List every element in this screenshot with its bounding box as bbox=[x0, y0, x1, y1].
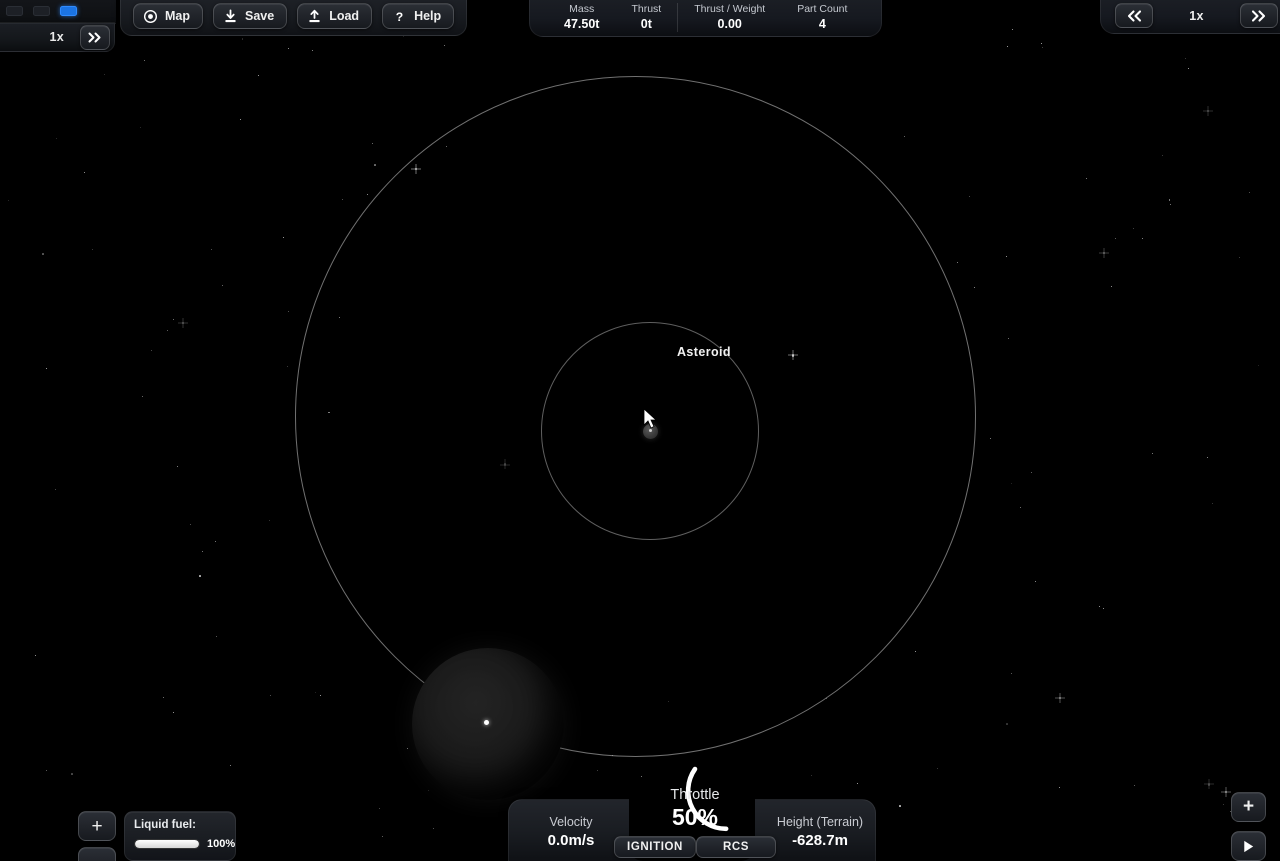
stat-thrust-weight-label: Thrust / Weight bbox=[694, 3, 766, 15]
add-fuel-button-secondary[interactable] bbox=[78, 847, 116, 861]
ignition-button[interactable]: IGNITION bbox=[614, 836, 696, 858]
stage-chip-strip[interactable] bbox=[0, 0, 116, 24]
download-icon bbox=[223, 9, 238, 24]
stat-part-count-value: 4 bbox=[818, 17, 826, 31]
stage-chip-3-active[interactable] bbox=[60, 5, 77, 16]
chevron-double-left-icon bbox=[1127, 9, 1141, 22]
timewarp-rate: 1x bbox=[1189, 9, 1204, 23]
zoom-in-button[interactable]: + bbox=[1231, 792, 1266, 822]
stat-thrust: Thrust 0t bbox=[615, 3, 677, 32]
map-button[interactable]: Map bbox=[133, 3, 203, 29]
throttle-value: 50% bbox=[671, 804, 719, 830]
stat-mass: Mass 47.50t bbox=[548, 3, 615, 32]
main-toolbar: Map Save Load ? Help bbox=[120, 0, 468, 36]
play-icon bbox=[1244, 840, 1254, 852]
secondary-timewarp-rate: 1x bbox=[49, 30, 64, 44]
throttle-label: Throttle bbox=[670, 787, 720, 803]
vessel-stats-panel: Mass 47.50t Thrust 0t Thrust / Weight 0.… bbox=[529, 0, 883, 37]
play-button[interactable] bbox=[1231, 831, 1266, 861]
mouse-cursor bbox=[643, 408, 658, 430]
stat-part-count: Part Count 4 bbox=[781, 3, 863, 32]
secondary-timewarp-panel: 1x bbox=[0, 22, 115, 52]
add-fuel-button[interactable]: + bbox=[78, 811, 116, 841]
timewarp-faster-button[interactable] bbox=[1239, 3, 1278, 28]
rcs-button[interactable]: RCS bbox=[696, 836, 776, 858]
stat-thrust-weight-value: 0.00 bbox=[717, 17, 742, 31]
vessel-marker[interactable] bbox=[484, 720, 489, 725]
load-button[interactable]: Load bbox=[297, 3, 373, 29]
secondary-timewarp-faster-button[interactable] bbox=[80, 24, 110, 50]
stat-part-count-label: Part Count bbox=[797, 3, 848, 15]
velocity-readout: Velocity 0.0m/s bbox=[512, 814, 630, 851]
save-button[interactable]: Save bbox=[213, 3, 288, 29]
liquid-fuel-row: 100% bbox=[134, 838, 235, 850]
timewarp-slower-button[interactable] bbox=[1115, 3, 1153, 28]
liquid-fuel-bar bbox=[134, 839, 200, 849]
game-viewport: Asteroid 1x Map Save Load ? Help Mass 47… bbox=[0, 0, 1280, 861]
liquid-fuel-label: Liquid fuel: bbox=[134, 819, 196, 831]
stat-mass-value: 47.50t bbox=[564, 17, 600, 31]
height-label: Height (Terrain) bbox=[776, 815, 864, 829]
chevron-double-right-icon bbox=[88, 32, 100, 42]
liquid-fuel-percent: 100% bbox=[207, 838, 236, 850]
stage-chip-2[interactable] bbox=[33, 5, 50, 16]
save-button-label: Save bbox=[245, 9, 275, 23]
stat-thrust-value: 0t bbox=[640, 17, 652, 31]
map-button-label: Map bbox=[165, 9, 190, 23]
chevron-double-right-icon bbox=[1252, 9, 1266, 22]
help-button-label: Help bbox=[414, 9, 442, 23]
svg-text:?: ? bbox=[396, 9, 403, 23]
question-mark-icon: ? bbox=[392, 9, 407, 24]
stage-chip-1[interactable] bbox=[6, 5, 23, 16]
liquid-fuel-panel: Liquid fuel: 100% bbox=[124, 811, 236, 861]
velocity-value: 0.0m/s bbox=[547, 832, 595, 849]
map-view[interactable]: Asteroid bbox=[0, 0, 1280, 861]
asteroid-label: Asteroid bbox=[677, 345, 731, 359]
stat-thrust-weight: Thrust / Weight 0.00 bbox=[677, 3, 781, 32]
help-button[interactable]: ? Help bbox=[382, 3, 455, 29]
liquid-fuel-bar-fill bbox=[135, 840, 199, 848]
load-button-label: Load bbox=[329, 9, 360, 23]
timewarp-panel: 1x bbox=[1100, 0, 1280, 34]
stat-mass-label: Mass bbox=[569, 3, 595, 15]
velocity-label: Velocity bbox=[549, 815, 593, 829]
orbit-icon bbox=[143, 9, 158, 24]
stat-thrust-label: Thrust bbox=[631, 3, 662, 15]
upload-icon bbox=[307, 9, 322, 24]
